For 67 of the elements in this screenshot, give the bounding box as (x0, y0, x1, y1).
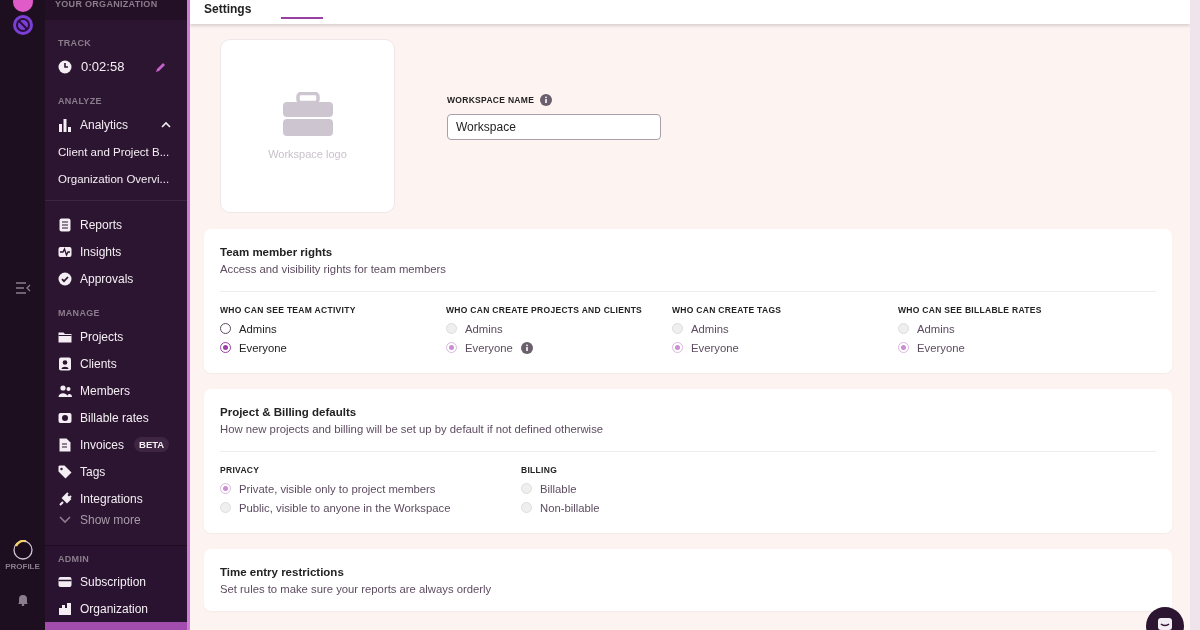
avatar-icon (12, 540, 33, 560)
sidebar-item[interactable]: Tags (58, 458, 187, 485)
sidebar-item[interactable]: Subscription (58, 568, 187, 595)
sidebar-item[interactable]: Projects (58, 323, 187, 350)
sidebar-item[interactable]: Members (58, 377, 187, 404)
bell-icon (16, 593, 29, 606)
app-logo-icon (12, 15, 33, 35)
pulse-icon (58, 244, 72, 259)
plug-icon (58, 491, 72, 506)
organization-label: YOUR ORGANIZATION (55, 0, 158, 9)
sidebar-item[interactable]: Approvals (58, 265, 187, 292)
radio-button[interactable] (220, 323, 231, 334)
sidebar-item[interactable]: Insights (58, 238, 187, 265)
pencil-icon (155, 60, 167, 73)
info-icon (540, 94, 553, 106)
check-circle-icon (58, 271, 72, 286)
building-icon (58, 601, 72, 616)
beta-badge: BETA (134, 437, 170, 452)
sidebar-item[interactable]: Analytics (58, 111, 187, 138)
tag-icon (58, 464, 72, 479)
show-more-link[interactable]: Show more (58, 512, 187, 528)
sidebar-item[interactable]: Billable rates (58, 404, 187, 431)
timer-display: 0:02:58 (81, 59, 125, 74)
sidebar-item[interactable]: Clients (58, 350, 187, 377)
sidebar-subitem[interactable]: Organization Overvi... (58, 165, 187, 192)
group-label: PRIVACY (220, 465, 261, 475)
clock-icon (58, 59, 72, 74)
bar-chart-icon (58, 117, 72, 132)
group-label: WHO CAN CREATE TAGS (672, 305, 783, 315)
credit-card-icon (58, 574, 72, 589)
card-title: Project & Billing defaults (220, 406, 358, 418)
document-icon (58, 217, 72, 232)
card-title: Time entry restrictions (220, 566, 345, 578)
radio-button[interactable] (220, 342, 231, 353)
group-label: WHO CAN SEE TEAM ACTIVITY (220, 305, 357, 315)
card-subtitle: Set rules to make sure your reports are always orderly (220, 583, 493, 595)
input-field[interactable]: Workspace (447, 114, 661, 140)
page-title: Settings (204, 2, 252, 16)
radio-option[interactable]: Everyone (220, 338, 446, 357)
people-icon (58, 383, 72, 398)
sidebar-item[interactable]: Organization (58, 595, 187, 622)
banknote-icon (58, 410, 72, 425)
sidebar-subitem[interactable]: Client and Project B... (58, 138, 187, 165)
invoice-icon (58, 437, 72, 452)
group-label: BILLING (521, 465, 559, 475)
card-title: Team member rights (220, 246, 334, 258)
app-logo-icon (12, 0, 33, 12)
group-label: WHO CAN SEE BILLABLE RATES (898, 305, 1043, 315)
briefcase-icon (282, 92, 333, 136)
menu-collapse-icon (14, 281, 31, 294)
profile-label: PROFILE (5, 562, 40, 571)
profile-avatar[interactable] (12, 540, 33, 560)
card-subtitle: How new projects and billing will be set up by default if not defined otherwise (220, 423, 605, 435)
chat-icon (1157, 617, 1173, 630)
sidebar-item[interactable]: Integrations (58, 485, 187, 512)
section-heading: TRACK (58, 38, 92, 48)
group-label: WHO CAN CREATE PROJECTS AND CLIENTS (446, 305, 644, 315)
sidebar-item[interactable]: Invoices BETA (58, 431, 187, 458)
field-label: WORKSPACE NAME (447, 95, 535, 105)
section-heading: MANAGE (58, 308, 101, 318)
edit-button[interactable] (155, 60, 167, 73)
person-card-icon (58, 356, 72, 371)
section-heading: ADMIN (58, 554, 90, 564)
sidebar-item[interactable]: Reports (58, 211, 187, 238)
radio-option[interactable]: Admins (220, 319, 446, 338)
section-heading: ANALYZE (58, 96, 103, 106)
card-subtitle: Access and visibility rights for team members (220, 263, 447, 275)
